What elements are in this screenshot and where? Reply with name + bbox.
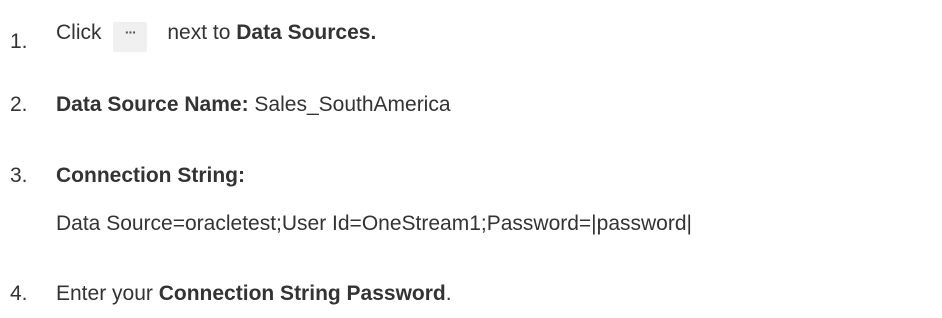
ellipsis-more-icon: ··· xyxy=(113,22,148,52)
connection-string-value: Data Source=oracletest;User Id=OneStream… xyxy=(56,212,692,235)
data-source-name-value: Sales_SouthAmerica xyxy=(254,93,451,116)
step-4-suffix: . xyxy=(445,282,452,305)
step-4-text: Enter your Connection String Password. xyxy=(56,281,452,307)
step-4-prefix: Enter your xyxy=(56,282,153,305)
step-3-text: Connection String: xyxy=(56,163,245,189)
step-number: 1. xyxy=(10,30,28,53)
step-number: 2. xyxy=(10,93,28,116)
connection-string-label: Connection String: xyxy=(56,164,245,187)
step-1-prefix: Click xyxy=(56,21,102,44)
step-2-text: Data Source Name: Sales_SouthAmerica xyxy=(56,92,451,118)
data-source-name-label: Data Source Name: xyxy=(56,93,249,116)
connection-string-password-label: Connection String Password xyxy=(158,282,446,305)
step-1-middle: next to xyxy=(167,21,231,44)
step-1-text: Click ··· next to Data Sources. xyxy=(56,20,376,58)
step-number: 4. xyxy=(10,282,28,305)
step-number: 3. xyxy=(10,164,28,187)
data-sources-label: Data Sources. xyxy=(236,21,377,44)
